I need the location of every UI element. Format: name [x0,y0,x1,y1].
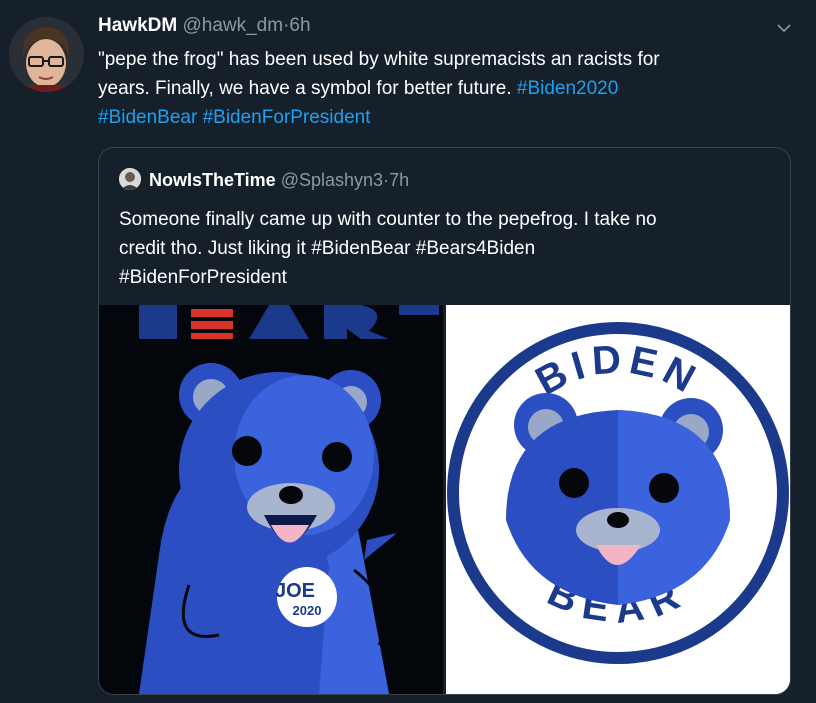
chevron-down-icon[interactable] [776,21,792,33]
quoted-text-segment: credit tho. Just liking it [119,238,312,259]
biden-bear-poster-image[interactable]: JOE 2020 [99,305,443,694]
tweet-text: "pepe the frog" has been used by white s… [98,45,798,132]
hashtag-link[interactable]: #BidenForPresident [203,107,371,128]
quoted-author-name: NowIsTheTime [149,170,276,190]
tweet-timestamp[interactable]: 6h [289,15,310,36]
quoted-tweet-header: NowIsTheTime @Splashyn3·7h [119,168,409,192]
quoted-tweet-text: Someone finally came up with counter to … [119,205,759,292]
quoted-text-line: credit tho. Just liking it #BidenBear #B… [119,234,759,263]
hashtag-text: #BidenBear [311,238,411,259]
logo-bear-head [506,393,730,605]
hashtag-text: #Bears4Biden [415,238,536,259]
author-avatar[interactable] [9,17,84,92]
quoted-author-handle: @Splashyn3 [280,170,384,190]
biden-bear-logo-image[interactable]: BIDEN BEAR [446,305,790,694]
author-name[interactable]: HawkDM [98,15,177,36]
quoted-tweet-timestamp: 7h [389,170,410,190]
quoted-text-line: #BidenForPresident [119,263,759,292]
tweet-text-line: years. Finally, we have a symbol for bet… [98,74,798,103]
hashtag-text: #BidenForPresident [119,267,287,288]
quoted-media-grid: JOE 2020 BIDEN BEAR [99,305,790,694]
quoted-text-line: Someone finally came up with counter to … [119,209,657,230]
badge-text-year: 2020 [293,603,322,618]
author-handle[interactable]: @hawk_dm [182,15,283,36]
quoted-author-avatar [119,168,141,190]
hashtag-link[interactable]: #BidenBear [98,107,197,128]
tweet-header: HawkDM @hawk_dm·6h [98,13,311,39]
hashtag-link[interactable]: #Biden2020 [517,78,618,99]
tweet-text-line: #BidenBear #BidenForPresident [98,103,798,132]
quoted-tweet[interactable]: NowIsTheTime @Splashyn3·7h Someone final… [98,147,791,695]
tweet[interactable]: HawkDM @hawk_dm·6h "pepe the frog" has b… [0,0,816,703]
tweet-text-line: "pepe the frog" has been used by white s… [98,49,660,70]
badge-text-joe: JOE [275,580,315,602]
tweet-text-segment: years. Finally, we have a symbol for bet… [98,78,517,99]
